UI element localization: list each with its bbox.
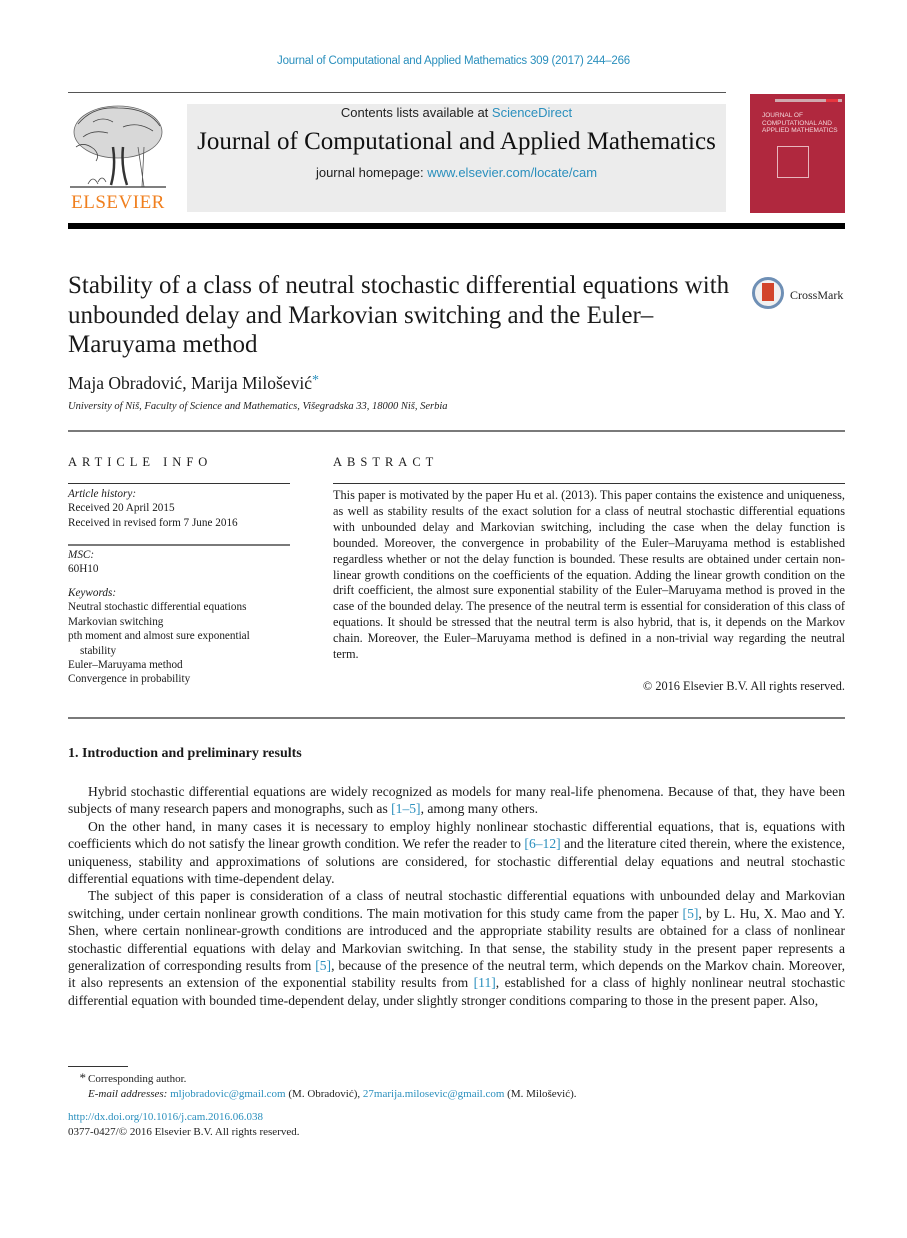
article-info-divider bbox=[68, 483, 290, 484]
citation-link[interactable]: [5] bbox=[683, 906, 699, 921]
top-divider bbox=[68, 92, 726, 93]
msc-label: MSC: bbox=[68, 549, 95, 561]
body-paragraph: On the other hand, in many cases it is n… bbox=[68, 818, 846, 887]
section-body: Hybrid stochastic differential equations… bbox=[68, 783, 845, 1009]
corresponding-author-note: Corresponding author. bbox=[88, 1073, 187, 1085]
crossmark-ribbon-icon bbox=[762, 283, 774, 301]
cover-artwork-icon bbox=[777, 146, 809, 178]
masthead-thick-divider bbox=[68, 223, 845, 229]
contents-prefix: Contents lists available at bbox=[340, 105, 492, 120]
crossmark-button[interactable]: CrossMark bbox=[752, 277, 847, 315]
footnote-marker: * bbox=[79, 1070, 87, 1085]
citation-link[interactable]: [11] bbox=[474, 975, 496, 990]
affiliation-divider bbox=[68, 430, 845, 432]
body-paragraph: The subject of this paper is considerati… bbox=[68, 888, 845, 1008]
abstract-bottom-divider bbox=[68, 717, 845, 719]
cover-title: JOURNAL OF COMPUTATIONAL AND APPLIED MAT… bbox=[762, 112, 838, 134]
msc-classification: MSC: 60H10 bbox=[68, 548, 293, 577]
abstract-copyright: © 2016 Elsevier B.V. All rights reserved… bbox=[642, 679, 845, 693]
citation-link[interactable]: [5] bbox=[315, 958, 331, 973]
abstract-heading: ABSTRACT bbox=[333, 455, 439, 469]
journal-masthead: Contents lists available at ScienceDirec… bbox=[187, 104, 726, 212]
footnote-corresponding: * Corresponding author. bbox=[68, 1070, 845, 1087]
journal-name: Journal of Computational and Applied Mat… bbox=[197, 128, 716, 155]
abstract-body: This paper is motivated by the paper Hu … bbox=[333, 488, 845, 662]
email-label: E-mail addresses: bbox=[88, 1088, 171, 1101]
elsevier-logo[interactable]: ELSEVIER bbox=[68, 102, 168, 214]
elsevier-wordmark: ELSEVIER bbox=[71, 192, 165, 213]
homepage-prefix: journal homepage: bbox=[315, 165, 428, 180]
article-title: Stability of a class of neutral stochast… bbox=[68, 272, 730, 358]
email-link-obradovic[interactable]: mljobradovic@gmail.com bbox=[170, 1088, 286, 1100]
journal-cover-thumbnail[interactable]: JOURNAL OF COMPUTATIONAL AND APPLIED MAT… bbox=[750, 94, 845, 213]
footnote: * Corresponding author. E-mail addresses:… bbox=[68, 1070, 845, 1103]
author-affiliation: University of Niš, Faculty of Science an… bbox=[68, 401, 448, 412]
footnote-divider bbox=[68, 1066, 128, 1067]
keywords-list: Keywords: Neutral stochastic differentia… bbox=[68, 586, 293, 687]
journal-homepage-link[interactable]: www.elsevier.com/locate/cam bbox=[427, 165, 597, 180]
tree-icon bbox=[70, 105, 166, 188]
keyword-item: Euler–Maruyama method bbox=[68, 659, 183, 672]
email-owner: (M. Obradović), bbox=[285, 1088, 363, 1101]
doi-block: http://dx.doi.org/10.1016/j.cam.2016.06.… bbox=[68, 1110, 300, 1140]
email-link-milosevic[interactable]: 27marija.milosevic@gmail.com bbox=[363, 1088, 505, 1100]
article-info-heading: ARTICLE INFO bbox=[68, 455, 213, 469]
cover-accent-bar bbox=[826, 99, 838, 102]
sciencedirect-link[interactable]: ScienceDirect bbox=[492, 105, 572, 120]
keyword-item-continuation: stability bbox=[80, 644, 117, 657]
running-head-journal-citation[interactable]: Journal of Computational and Applied Mat… bbox=[0, 55, 907, 67]
history-received: Received 20 April 2015 bbox=[68, 502, 175, 515]
body-paragraph: Hybrid stochastic differential equations… bbox=[68, 784, 845, 817]
section-heading-introduction: 1. Introduction and preliminary results bbox=[68, 746, 302, 761]
article-history: Article history: Received 20 April 2015 … bbox=[68, 487, 293, 530]
citation-link[interactable]: [6–12] bbox=[524, 836, 560, 851]
msc-code: 60H10 bbox=[68, 563, 99, 576]
author-list: Maja Obradović, Marija Milošević* bbox=[68, 373, 319, 394]
crossmark-label: CrossMark bbox=[790, 288, 844, 302]
keyword-item: Markovian switching bbox=[68, 615, 164, 628]
keyword-item: Convergence in probability bbox=[68, 673, 191, 686]
email-owner: (M. Milošević). bbox=[504, 1088, 577, 1101]
history-label: Article history: bbox=[68, 488, 137, 500]
keyword-item: pth moment and almost sure exponential bbox=[68, 630, 250, 643]
author-names: Maja Obradović, Marija Milošević bbox=[68, 373, 312, 393]
doi-link[interactable]: http://dx.doi.org/10.1016/j.cam.2016.06.… bbox=[68, 1111, 263, 1123]
keyword-item: Neutral stochastic differential equation… bbox=[68, 601, 247, 614]
contents-line: Contents lists available at ScienceDirec… bbox=[187, 105, 726, 120]
issn-copyright: 0377-0427/© 2016 Elsevier B.V. All right… bbox=[68, 1126, 300, 1138]
corresponding-author-marker[interactable]: * bbox=[312, 373, 319, 388]
history-revised: Received in revised form 7 June 2016 bbox=[68, 516, 238, 529]
citation-link[interactable]: [1–5] bbox=[391, 801, 420, 816]
article-history-divider bbox=[68, 544, 290, 546]
abstract-divider bbox=[333, 483, 845, 484]
homepage-line: journal homepage: www.elsevier.com/locat… bbox=[187, 165, 726, 180]
keywords-label: Keywords: bbox=[68, 587, 117, 599]
footnote-emails: E-mail addresses: mljobradovic@gmail.com… bbox=[68, 1087, 845, 1102]
